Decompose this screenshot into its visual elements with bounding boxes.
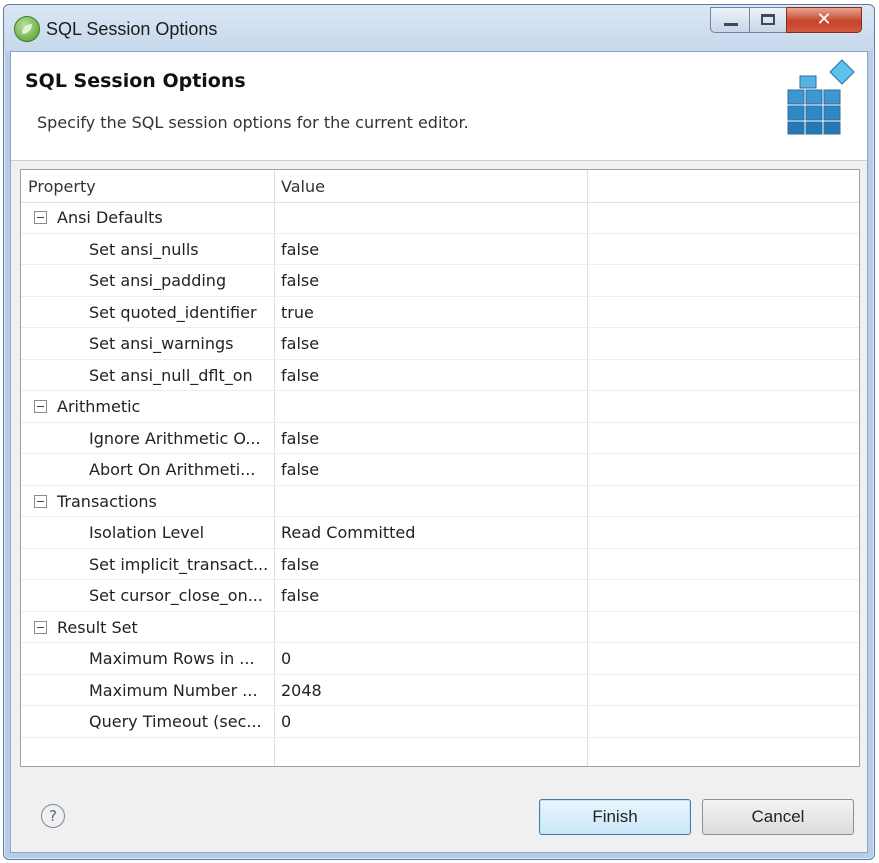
property-name: Isolation Level: [89, 523, 205, 542]
table-row[interactable]: Set ansi_warnings false: [21, 328, 859, 360]
table-row[interactable]: Set ansi_nulls false: [21, 234, 859, 265]
table-row[interactable]: Set implicit_transact... false: [21, 549, 859, 580]
property-name: Set ansi_padding: [89, 271, 227, 290]
collapse-toggle-icon[interactable]: [34, 211, 47, 224]
maximize-button[interactable]: [749, 7, 787, 33]
table-row[interactable]: Set cursor_close_on... false: [21, 580, 859, 612]
window-title: SQL Session Options: [46, 19, 218, 39]
property-name: Maximum Number ...: [89, 680, 258, 700]
minimize-button[interactable]: [710, 7, 750, 33]
property-value[interactable]: false: [281, 265, 319, 296]
table-body: Ansi Defaults Set ansi_nulls false Set ansi…: [21, 202, 859, 738]
property-name: Set quoted_identifier: [89, 302, 257, 322]
table-row[interactable]: Set ansi_padding false: [21, 265, 859, 297]
property-name: Transactions: [57, 491, 157, 511]
property-value[interactable]: false: [281, 423, 319, 454]
dialog-window: SQL Session Options ✕ SQL Session Option…: [3, 4, 875, 860]
table-group-row[interactable]: Ansi Defaults: [21, 202, 859, 234]
table-row[interactable]: Maximum Number ... 2048: [21, 675, 859, 706]
property-name: Set ansi_nulls: [89, 239, 199, 259]
property-value[interactable]: 0: [281, 706, 291, 737]
table-row[interactable]: Set ansi_null_dflt_on false: [21, 360, 859, 391]
collapse-toggle-icon[interactable]: [34, 494, 47, 508]
property-name: Ignore Arithmetic O...: [89, 428, 261, 448]
property-name: Result Set: [57, 617, 138, 637]
property-value[interactable]: 0: [281, 643, 291, 674]
cancel-button[interactable]: Cancel: [702, 799, 854, 835]
finish-button[interactable]: Finish: [539, 799, 691, 835]
table-row[interactable]: Query Timeout (sec... 0: [21, 706, 859, 738]
property-name: Set cursor_close_on...: [89, 586, 263, 605]
dialog-body: SQL Session Options Specify the SQL sess…: [10, 51, 868, 853]
property-value[interactable]: false: [281, 360, 319, 391]
table-row[interactable]: Isolation Level Read Committed: [21, 517, 859, 549]
column-header-extra[interactable]: [587, 170, 859, 202]
database-blocks-icon: [787, 59, 855, 135]
header-banner: SQL Session Options Specify the SQL sess…: [11, 52, 867, 161]
column-header-value[interactable]: Value: [274, 170, 587, 202]
property-value[interactable]: true: [281, 297, 314, 328]
property-value[interactable]: false: [281, 454, 319, 485]
property-name: Set ansi_null_dflt_on: [89, 365, 253, 385]
table-header: Property Value: [21, 170, 859, 203]
app-leaf-icon: [14, 16, 40, 42]
property-name: Abort On Arithmeti...: [89, 460, 256, 479]
banner-description: Specify the SQL session options for the …: [37, 113, 469, 132]
close-button[interactable]: ✕: [786, 7, 862, 33]
collapse-toggle-icon[interactable]: [34, 400, 47, 413]
property-name: Set implicit_transact...: [89, 554, 269, 574]
property-value[interactable]: 2048: [281, 675, 322, 706]
table-row[interactable]: Ignore Arithmetic O... false: [21, 423, 859, 454]
property-value[interactable]: false: [281, 234, 319, 265]
property-name: Arithmetic: [57, 397, 141, 416]
property-value[interactable]: false: [281, 328, 319, 359]
banner-title: SQL Session Options: [25, 70, 246, 92]
table-group-row[interactable]: Transactions: [21, 486, 859, 517]
table-group-row[interactable]: Result Set: [21, 612, 859, 643]
table-row[interactable]: Set quoted_identifier true: [21, 297, 859, 328]
property-name: Ansi Defaults: [57, 208, 163, 227]
property-value[interactable]: false: [281, 549, 319, 580]
property-name: Maximum Rows in ...: [89, 649, 255, 668]
column-header-property[interactable]: Property: [21, 170, 274, 202]
close-icon: ✕: [816, 9, 832, 30]
property-value[interactable]: Read Committed: [281, 517, 415, 548]
maximize-icon: [761, 14, 775, 25]
help-icon[interactable]: ?: [41, 804, 65, 828]
table-group-row[interactable]: Arithmetic: [21, 391, 859, 423]
property-value[interactable]: false: [281, 580, 319, 611]
minimize-icon: [724, 23, 738, 26]
table-row[interactable]: Maximum Rows in ... 0: [21, 643, 859, 675]
property-name: Set ansi_warnings: [89, 334, 234, 353]
table-row[interactable]: Abort On Arithmeti... false: [21, 454, 859, 486]
property-name: Query Timeout (sec...: [89, 712, 262, 731]
title-bar[interactable]: SQL Session Options ✕: [4, 5, 874, 51]
collapse-toggle-icon[interactable]: [34, 620, 47, 634]
properties-table[interactable]: Property Value Ansi Defaults Set ansi_nul…: [20, 169, 860, 767]
